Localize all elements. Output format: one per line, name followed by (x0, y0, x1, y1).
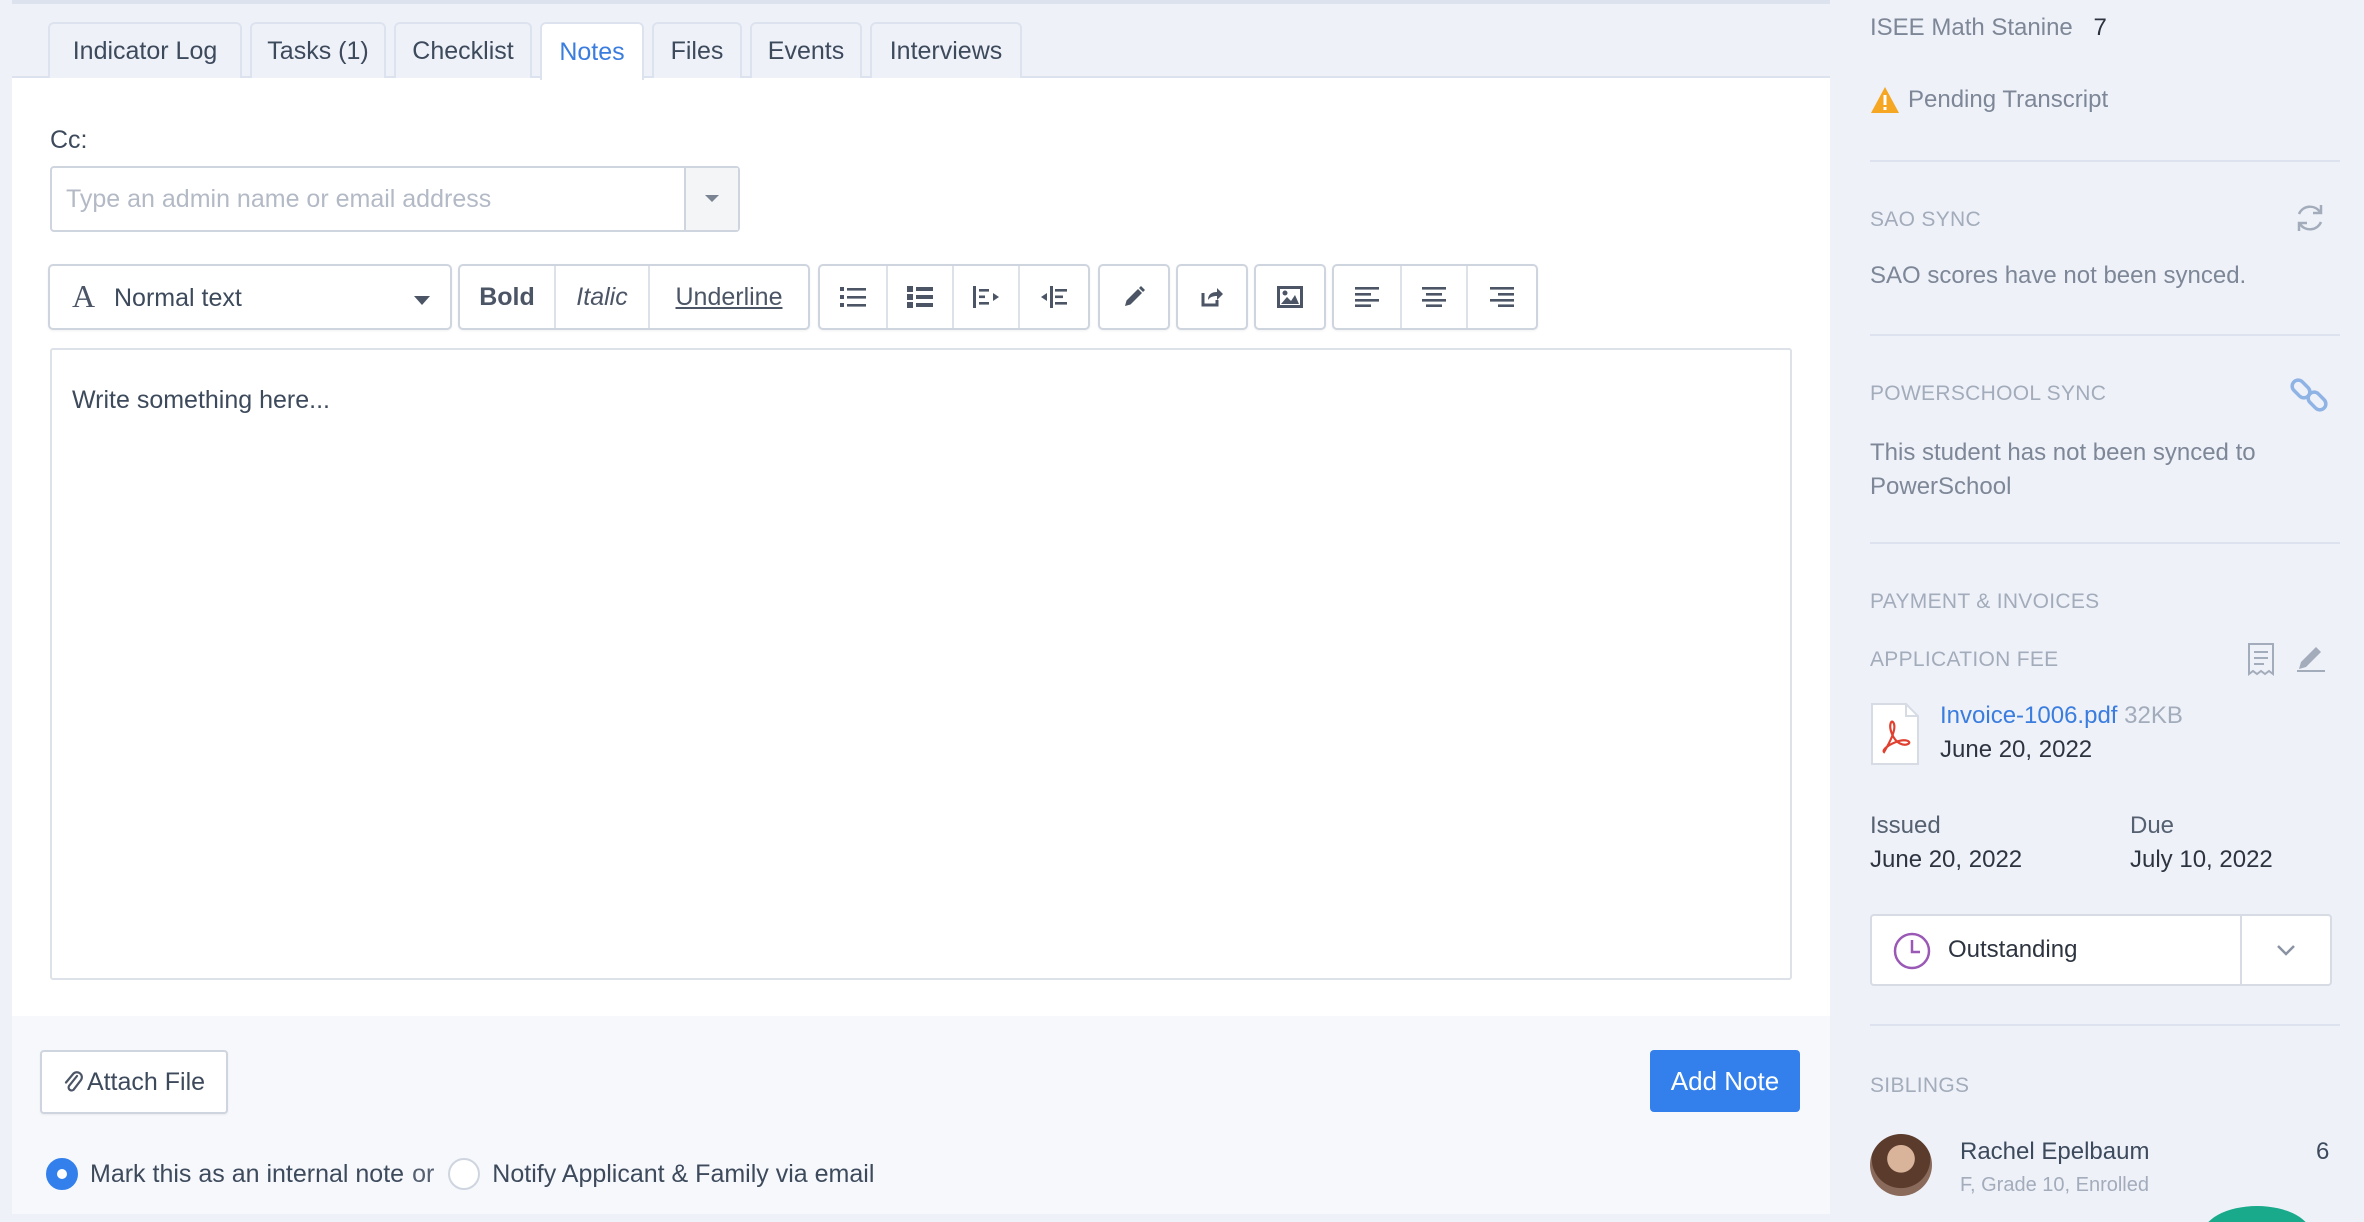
link-icon[interactable] (2288, 374, 2330, 416)
tab-tasks[interactable]: Tasks (1) (250, 22, 386, 78)
notify-family-label: Notify Applicant & Family via email (492, 1159, 875, 1188)
pencil-icon (1125, 286, 1145, 306)
pdf-file-icon (1871, 703, 1919, 765)
caret-down-icon (414, 296, 430, 305)
note-editor[interactable]: Write something here... (50, 348, 1792, 980)
sibling-count: 6 (2316, 1138, 2330, 1165)
image-group (1254, 264, 1326, 330)
or-label: or (412, 1159, 435, 1188)
isee-math-label: ISEE Math Stanine 7 (1870, 14, 2107, 41)
sao-sync-status: SAO scores have not been synced. (1870, 262, 2247, 289)
clock-icon (1893, 932, 1931, 970)
add-note-button[interactable]: Add Note (1650, 1050, 1800, 1112)
due-label: Due (2130, 812, 2175, 839)
payment-invoices-title: PAYMENT & INVOICES (1870, 590, 2100, 613)
application-fee-title: APPLICATION FEE (1870, 648, 2059, 671)
issued-value: June 20, 2022 (1870, 846, 2023, 873)
cc-select (50, 166, 740, 232)
align-left-icon (1355, 287, 1379, 307)
sync-icon[interactable] (2292, 200, 2328, 236)
attach-file-button[interactable]: Attach File (40, 1050, 228, 1114)
tab-checklist[interactable]: Checklist (394, 22, 532, 78)
notes-panel: Indicator Log Tasks (1) Checklist Notes … (12, 0, 1830, 1214)
tab-interviews[interactable]: Interviews (870, 22, 1022, 78)
bullet-list-button[interactable] (820, 266, 888, 328)
numbered-list-icon (907, 286, 933, 308)
sibling-name[interactable]: Rachel Epelbaum (1960, 1138, 2149, 1166)
bullet-list-icon (840, 287, 866, 307)
siblings-title: SIBLINGS (1870, 1074, 1970, 1097)
indent-icon (1041, 286, 1067, 308)
outdent-icon (973, 286, 999, 308)
tab-notes[interactable]: Notes (540, 22, 644, 80)
pending-transcript: Pending Transcript (1870, 86, 2108, 114)
share-arrow-icon (1201, 288, 1223, 307)
note-footer: Attach File Add Note Mark this as an int… (12, 1016, 1830, 1214)
cc-label: Cc: (50, 126, 88, 154)
highlight-button[interactable] (1100, 266, 1168, 328)
sibling-meta: F, Grade 10, Enrolled (1960, 1174, 2149, 1196)
divider (1870, 334, 2340, 336)
paperclip-icon (64, 1071, 83, 1092)
chevron-down-icon (2277, 945, 2295, 956)
text-format-select[interactable]: A Normal text (48, 264, 452, 330)
indent-button[interactable] (1020, 266, 1088, 328)
invoice-status-label: Outstanding (1948, 936, 2078, 963)
insert-link-button[interactable] (1178, 266, 1246, 328)
align-right-button[interactable] (1468, 266, 1536, 328)
tab-files[interactable]: Files (652, 22, 742, 78)
powerschool-sync-title: POWERSCHOOL SYNC (1870, 382, 2107, 405)
internal-note-radio[interactable] (46, 1158, 78, 1190)
powerschool-sync-status: This student has not been synced to Powe… (1870, 439, 2256, 500)
due-value: July 10, 2022 (2130, 846, 2273, 873)
tab-events[interactable]: Events (750, 22, 862, 78)
warning-icon (1871, 87, 1899, 113)
insert-image-button[interactable] (1256, 266, 1324, 328)
tab-indicator-log[interactable]: Indicator Log (48, 22, 242, 78)
link-group (1176, 264, 1248, 330)
invoice-file: Invoice-1006.pdf 32KB (1940, 702, 2183, 730)
student-sidebar: ISEE Math Stanine 7 Pending Transcript S… (1830, 0, 2364, 1222)
bold-button[interactable]: Bold (460, 266, 556, 328)
image-icon (1277, 286, 1303, 308)
issued-label: Issued (1870, 812, 1941, 839)
align-center-icon (1422, 287, 1446, 307)
invoice-date: June 20, 2022 (1940, 736, 2093, 763)
text-style-group: Bold Italic Underline (458, 264, 810, 330)
divider (1870, 1024, 2340, 1026)
invoice-link[interactable]: Invoice-1006.pdf (1940, 702, 2117, 729)
edit-icon[interactable] (2296, 642, 2326, 672)
outdent-button[interactable] (954, 266, 1020, 328)
font-icon: A (72, 278, 96, 314)
underline-button[interactable]: Underline (650, 266, 808, 328)
list-group (818, 264, 1090, 330)
draw-group (1098, 264, 1170, 330)
divider (1870, 160, 2340, 162)
isee-math-value: 7 (2093, 14, 2107, 41)
divider (1870, 542, 2340, 544)
cc-input[interactable] (54, 170, 674, 228)
align-group (1332, 264, 1538, 330)
note-visibility-options: Mark this as an internal note or Notify … (46, 1156, 874, 1192)
invoice-status-select[interactable]: Outstanding (1870, 914, 2332, 986)
sao-sync-title: SAO SYNC (1870, 208, 1981, 231)
align-left-button[interactable] (1334, 266, 1402, 328)
tab-bar: Indicator Log Tasks (1) Checklist Notes … (12, 4, 1830, 80)
invoice-size: 32KB (2124, 702, 2183, 729)
status-dropdown-button[interactable] (2240, 916, 2330, 984)
cc-dropdown-button[interactable] (684, 168, 738, 230)
editor-placeholder: Write something here... (72, 386, 330, 414)
text-format-label: Normal text (114, 284, 242, 312)
avatar[interactable] (1870, 1134, 1932, 1196)
align-center-button[interactable] (1402, 266, 1468, 328)
internal-note-label: Mark this as an internal note (90, 1159, 405, 1188)
receipt-icon[interactable] (2246, 642, 2276, 676)
italic-button[interactable]: Italic (556, 266, 650, 328)
numbered-list-button[interactable] (888, 266, 954, 328)
align-right-icon (1490, 287, 1514, 307)
notify-family-radio[interactable] (448, 1158, 481, 1190)
caret-down-icon (705, 195, 719, 202)
